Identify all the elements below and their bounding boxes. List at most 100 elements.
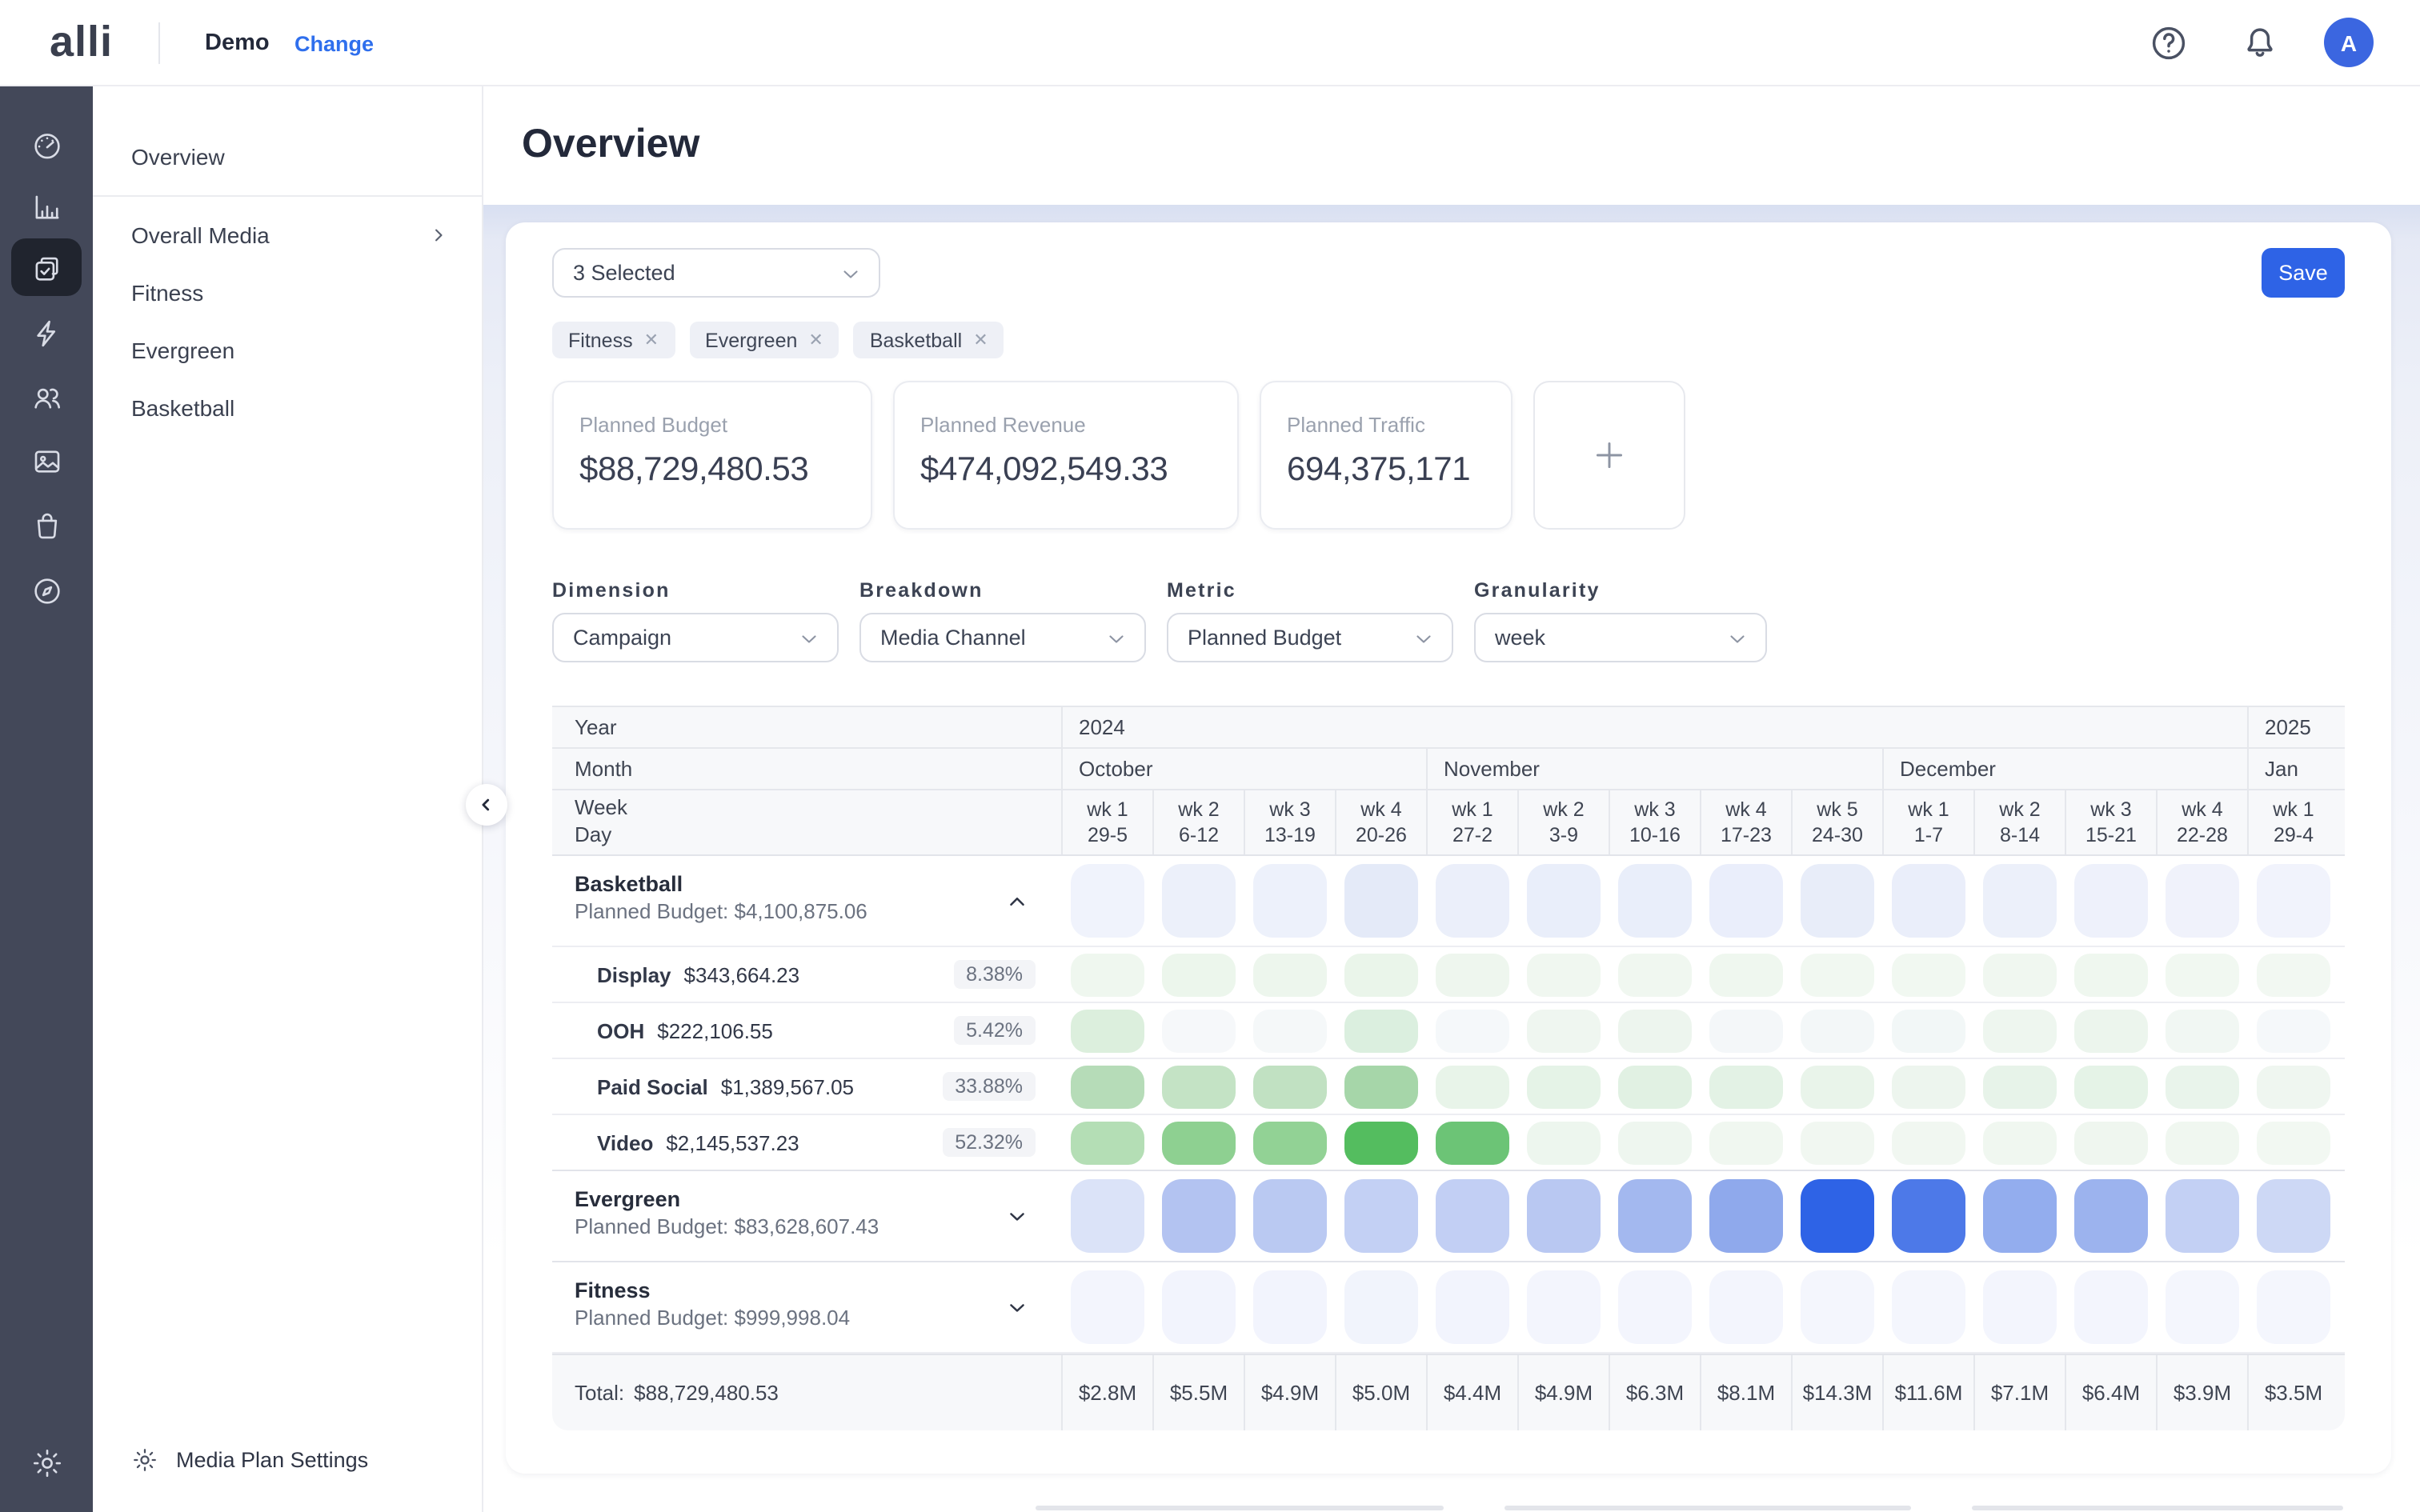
sidebar-item-evergreen[interactable]: Evergreen	[93, 322, 482, 379]
save-button[interactable]: Save	[2262, 248, 2345, 298]
automation-bolt-icon[interactable]	[0, 302, 93, 363]
heatmap-cell-slot	[1426, 856, 1517, 946]
selected-tag[interactable]: Fitness ✕	[552, 322, 675, 358]
remove-tag-icon[interactable]: ✕	[644, 330, 659, 350]
week-days: 3-9	[1549, 822, 1578, 849]
heatmap-cell	[2165, 864, 2238, 938]
heatmap-cell	[2165, 1009, 2238, 1052]
week-days: 17-23	[1721, 822, 1772, 849]
heatmap-cell	[1982, 1121, 2056, 1164]
heatmap-cell-slot	[2156, 1003, 2247, 1058]
week-number: wk 3	[1634, 797, 1675, 823]
dashboard-icon[interactable]	[0, 114, 93, 174]
filter-value: Planned Budget	[1188, 626, 1341, 650]
remove-tag-icon[interactable]: ✕	[973, 330, 988, 350]
media-plan-icon[interactable]	[0, 238, 93, 299]
heatmap-cell-slot	[1882, 1059, 1973, 1114]
heatmap-cell-slot	[2156, 1059, 2247, 1114]
heatmap-cell-slot	[1973, 1059, 2065, 1114]
media-plan-settings-button[interactable]: Media Plan Settings	[93, 1429, 482, 1490]
week-column-header: wk 127-2	[1426, 790, 1517, 854]
heatmap-cell-slot	[1609, 1171, 1700, 1261]
heatmap-cells	[1061, 1171, 2345, 1261]
heatmap-cell-slot	[2156, 1171, 2247, 1261]
heatmap-cell-slot	[1061, 1003, 1152, 1058]
heatmap-cell	[1709, 953, 1782, 996]
top-bar: alli Demo Change A	[0, 0, 2420, 86]
heatmap-cell	[1800, 1270, 1873, 1344]
channel-percent-badge: 52.32%	[942, 1128, 1036, 1157]
heatmap-cells	[1061, 856, 2345, 946]
sidebar-collapse-button[interactable]	[466, 784, 507, 826]
heatmap-cell	[1070, 1121, 1144, 1164]
channel-row-paid-social: Paid Social$1,389,567.0533.88%	[552, 1059, 2345, 1115]
sidebar-item-label: Evergreen	[131, 338, 234, 363]
heatmap-cell	[1617, 1065, 1691, 1108]
filter-label: Granularity	[1474, 579, 1767, 602]
selected-tag[interactable]: Basketball✕	[854, 322, 1004, 358]
week-column-header: wk 26-12	[1152, 790, 1244, 854]
chevron-up-icon[interactable]	[1005, 890, 1029, 914]
heatmap-cell-slot	[1609, 1262, 1700, 1352]
filter-select-granularity[interactable]: week	[1474, 613, 1767, 662]
heatmap-cell-slot	[2065, 1171, 2156, 1261]
channel-value: $343,664.23	[684, 962, 800, 986]
audiences-users-icon[interactable]	[0, 366, 93, 427]
heatmap-cell-slot	[1244, 1171, 1335, 1261]
heatmap-cell	[1800, 1121, 1873, 1164]
group-row-basketball[interactable]: BasketballPlanned Budget: $4,100,875.06	[552, 854, 2345, 947]
heatmap-cells	[1061, 1115, 2345, 1170]
heatmap-cell-slot	[1791, 947, 1882, 1002]
sidebar-item-fitness[interactable]: Fitness	[93, 264, 482, 322]
filter-metric: MetricPlanned Budget	[1167, 579, 1453, 662]
notifications-bell-icon[interactable]	[2239, 22, 2281, 64]
chevron-down-icon[interactable]	[1005, 1205, 1029, 1229]
user-avatar[interactable]: A	[2324, 18, 2374, 67]
heatmap-cell	[1070, 1065, 1144, 1108]
explore-compass-icon[interactable]	[0, 560, 93, 621]
heatmap-cell-slot	[2156, 947, 2247, 1002]
heatmap-cell	[2256, 953, 2330, 996]
heatmap-cell	[1344, 953, 1417, 996]
filter-select-metric[interactable]: Planned Budget	[1167, 613, 1453, 662]
heatmap-cell	[2073, 864, 2147, 938]
remove-tag-icon[interactable]: ✕	[808, 330, 823, 350]
week-days: 22-28	[2177, 822, 2228, 849]
help-icon[interactable]	[2148, 22, 2190, 64]
tag-label: Fitness	[568, 329, 633, 351]
table-total-row: Total:$88,729,480.53$2.8M$5.5M$4.9M$5.0M…	[552, 1354, 2345, 1430]
change-workspace-link[interactable]: Change	[294, 32, 374, 56]
sidebar-item-basketball[interactable]: Basketball	[93, 379, 482, 437]
creative-image-icon[interactable]	[0, 430, 93, 491]
heatmap-cell-slot	[1061, 1171, 1152, 1261]
filter-select-breakdown[interactable]: Media Channel	[859, 613, 1146, 662]
heatmap-cell	[1435, 1121, 1508, 1164]
heatmap-cell	[1982, 1179, 2056, 1253]
reports-bar-chart-icon[interactable]	[0, 176, 93, 237]
heatmap-cell	[1526, 1179, 1600, 1253]
selected-tag[interactable]: Evergreen✕	[689, 322, 839, 358]
heatmap-cell-slot	[1061, 856, 1152, 946]
filter-select-dimension[interactable]: Campaign	[552, 613, 839, 662]
heatmap-cell	[1344, 1121, 1417, 1164]
campaign-multiselect[interactable]: 3 Selected	[552, 248, 880, 298]
filter-value: Campaign	[573, 626, 671, 650]
group-row-evergreen[interactable]: EvergreenPlanned Budget: $83,628,607.43	[552, 1170, 2345, 1262]
sidebar-item-overall-media[interactable]: Overall Media	[93, 206, 482, 264]
shopping-bag-icon[interactable]	[0, 494, 93, 555]
group-name: Basketball	[575, 872, 1061, 896]
chevron-down-icon	[1725, 627, 1749, 651]
heatmap-cell-slot	[1335, 1115, 1426, 1170]
heatmap-cell-slot	[1882, 1262, 1973, 1352]
heatmap-cell-slot	[1244, 1115, 1335, 1170]
heatmap-cell	[1344, 1270, 1417, 1344]
rail-settings-gear-icon[interactable]	[0, 1432, 93, 1493]
group-row-fitness[interactable]: FitnessPlanned Budget: $999,998.04	[552, 1261, 2345, 1354]
heatmap-cell	[1891, 1121, 1965, 1164]
heatmap-cell-slot	[1517, 1003, 1609, 1058]
chevron-down-icon[interactable]	[1005, 1296, 1029, 1320]
add-metric-button[interactable]	[1533, 381, 1685, 530]
heatmap-cell	[1161, 864, 1235, 938]
heatmap-cell-slot	[1517, 856, 1609, 946]
sidebar-item-overview[interactable]: Overview	[93, 128, 482, 186]
